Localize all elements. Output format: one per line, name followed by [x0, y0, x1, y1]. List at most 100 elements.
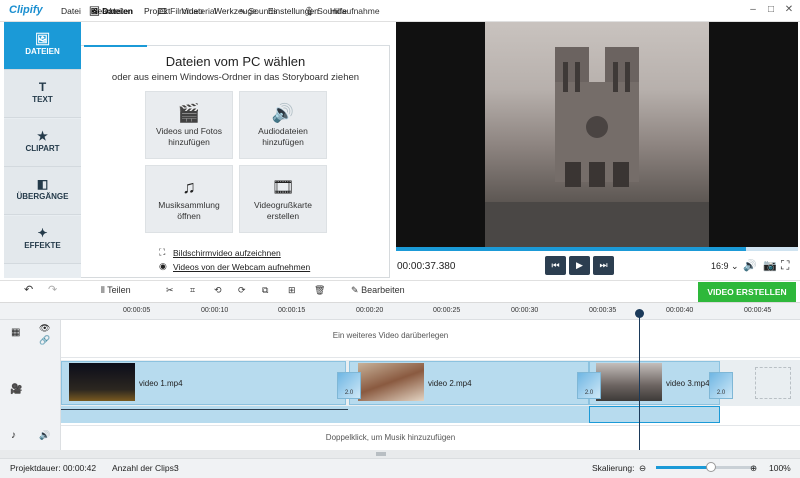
- link-icon[interactable]: 🔗: [39, 335, 50, 346]
- sidebar-item-label: ÜBERGÄNGE: [16, 192, 69, 201]
- sidebar-item-effekte[interactable]: ✦ EFFEKTE: [4, 216, 81, 264]
- rotate-right-icon[interactable]: ⟳: [238, 285, 246, 296]
- text-icon: T: [38, 80, 47, 94]
- previous-button[interactable]: ⏮: [545, 256, 566, 275]
- sidebar-item-label: TEXT: [32, 95, 53, 104]
- open-music-collection-button[interactable]: ♫ Musiksammlung öffnen: [145, 165, 233, 233]
- transition-marker[interactable]: 2.0: [337, 372, 361, 399]
- timeline-scrollbar[interactable]: [0, 450, 800, 458]
- split-icon: ⫴: [101, 285, 105, 295]
- tile-label: Audiodateien hinzufügen: [258, 126, 308, 147]
- image-icon: 🖼: [89, 6, 100, 16]
- tab-filmmaterial[interactable]: 🎞 Filmmaterial: [157, 6, 216, 17]
- snapshot-icon[interactable]: 📷: [763, 259, 777, 272]
- ruler-tick: 00:00:10: [201, 307, 229, 314]
- zoom-value: 100%: [769, 463, 791, 473]
- clip-count-value: 3: [174, 463, 179, 473]
- rotate-left-icon[interactable]: ⟲: [214, 285, 222, 296]
- insert-icon[interactable]: ⧉: [262, 285, 268, 296]
- fullscreen-icon[interactable]: ⛶: [781, 258, 789, 273]
- panel-tabs: [81, 22, 390, 46]
- menu-item-datei[interactable]: Datei: [61, 6, 81, 16]
- clip-label: video 2.mp4: [428, 379, 472, 388]
- clip-label: video 1.mp4: [139, 379, 183, 388]
- audio-file-icon: 🔊: [271, 103, 295, 123]
- tab-soundaufnahme[interactable]: 🎙 Soundaufnahme: [304, 6, 380, 17]
- create-video-button[interactable]: VIDEO ERSTELLEN: [698, 282, 796, 302]
- filmstrip-icon: 🎞: [271, 177, 295, 197]
- sidebar-item-dateien[interactable]: 🖼 DATEIEN: [4, 22, 81, 70]
- tile-label: Videogrußkarte erstellen: [254, 200, 312, 221]
- add-videos-photos-button[interactable]: 🎬 Videos und Fotos hinzufügen: [145, 91, 233, 159]
- undo-button[interactable]: ↶: [24, 283, 33, 296]
- ruler-tick: 00:00:20: [356, 307, 384, 314]
- clip-thumbnail: [69, 363, 135, 401]
- app-logo: Clipify: [9, 4, 43, 16]
- sidebar-item-text[interactable]: T TEXT: [4, 70, 81, 118]
- add-clip-icon[interactable]: ⊞: [288, 285, 296, 296]
- tab-dateien[interactable]: 🖼 Dateien: [89, 6, 133, 17]
- add-audio-button[interactable]: 🔊 Audiodateien hinzufügen: [239, 91, 327, 159]
- sidebar-item-label: CLIPART: [25, 144, 60, 153]
- microphone-icon: 🎙: [304, 6, 315, 16]
- wave-icon: ∿: [239, 6, 247, 16]
- video-greeting-card-button[interactable]: 🎞 Videogrußkarte erstellen: [239, 165, 327, 233]
- image-icon: 🖼: [34, 32, 51, 46]
- scale-label: Skalierung:: [592, 463, 635, 473]
- next-button[interactable]: ⏭: [593, 256, 614, 275]
- redo-button[interactable]: ↷: [48, 283, 57, 296]
- webcam-icon: ◉: [159, 261, 167, 271]
- active-tab-indicator: [84, 45, 147, 47]
- volume-icon[interactable]: 🔊: [743, 259, 757, 272]
- ruler-tick: 00:00:40: [666, 307, 694, 314]
- webcam-record-link[interactable]: Videos von der Webcam aufnehmen: [173, 262, 310, 272]
- zoom-in-icon[interactable]: ⊕: [750, 463, 757, 474]
- ruler-tick: 00:00:25: [433, 307, 461, 314]
- tab-sounds[interactable]: ∿ Sounds: [239, 6, 277, 17]
- tile-label: Musiksammlung öffnen: [158, 200, 220, 221]
- sidebar-item-label: DATEIEN: [25, 47, 60, 56]
- overlay-hint: Ein weiteres Video darüberlegen: [332, 331, 449, 340]
- close-button[interactable]: ✕: [782, 3, 796, 17]
- zoom-slider-handle[interactable]: [706, 462, 716, 472]
- add-clip-placeholder[interactable]: [755, 367, 791, 399]
- ruler-tick: 00:00:15: [278, 307, 306, 314]
- ruler-tick: 00:00:30: [511, 307, 539, 314]
- aspect-ratio-select[interactable]: 16:9 ⌄: [711, 261, 739, 272]
- film-reel-icon: 🎬: [177, 103, 201, 123]
- clip-thumbnail: [596, 363, 662, 401]
- panel-title: Dateien vom PC wählen: [165, 54, 306, 69]
- screen-record-link[interactable]: Bildschirmvideo aufzeichnen: [173, 248, 281, 258]
- ruler-tick: 00:00:45: [744, 307, 772, 314]
- cut-icon[interactable]: ✂: [166, 285, 174, 296]
- crop-icon[interactable]: ⌗: [190, 285, 195, 296]
- zoom-out-icon[interactable]: ⊖: [639, 463, 646, 474]
- sidebar-item-clipart[interactable]: ★ CLIPART: [4, 119, 81, 167]
- music-note-icon: ♪: [11, 430, 16, 441]
- film-icon: 🎞: [157, 6, 168, 16]
- selected-audio-segment[interactable]: [589, 406, 720, 423]
- eye-icon[interactable]: 👁: [39, 323, 50, 334]
- playhead-line: [639, 310, 640, 450]
- maximize-button[interactable]: □: [764, 3, 778, 17]
- transition-marker[interactable]: 2.0: [577, 372, 601, 399]
- speaker-icon[interactable]: 🔊: [39, 430, 50, 441]
- ruler-tick: 00:00:35: [589, 307, 617, 314]
- zoom-slider-fill: [656, 466, 710, 469]
- delete-icon[interactable]: 🗑: [314, 285, 325, 296]
- audio-volume-line: [61, 409, 348, 410]
- play-button[interactable]: ▶: [569, 256, 590, 275]
- sidebar-item-uebergaenge[interactable]: ◧ ÜBERGÄNGE: [4, 167, 81, 215]
- transition-icon: ◧: [36, 177, 49, 191]
- playhead-handle[interactable]: [635, 309, 644, 318]
- sidebar: 🖼 DATEIEN T TEXT ★ CLIPART ◧ ÜBERGÄNGE ✦…: [4, 22, 81, 278]
- tile-label: Videos und Fotos hinzufügen: [156, 126, 222, 147]
- minimize-button[interactable]: –: [746, 3, 760, 17]
- split-button[interactable]: ⫴ Teilen: [101, 285, 131, 296]
- transition-marker[interactable]: 2.0: [709, 372, 733, 399]
- panel-subtitle: oder aus einem Windows-Ordner in das Sto…: [111, 72, 360, 83]
- edit-button[interactable]: ✎ Bearbeiten: [351, 285, 405, 296]
- duration-label: Projektdauer:: [10, 463, 61, 473]
- scrollbar-thumb[interactable]: [376, 452, 386, 456]
- star-icon: ★: [37, 129, 48, 143]
